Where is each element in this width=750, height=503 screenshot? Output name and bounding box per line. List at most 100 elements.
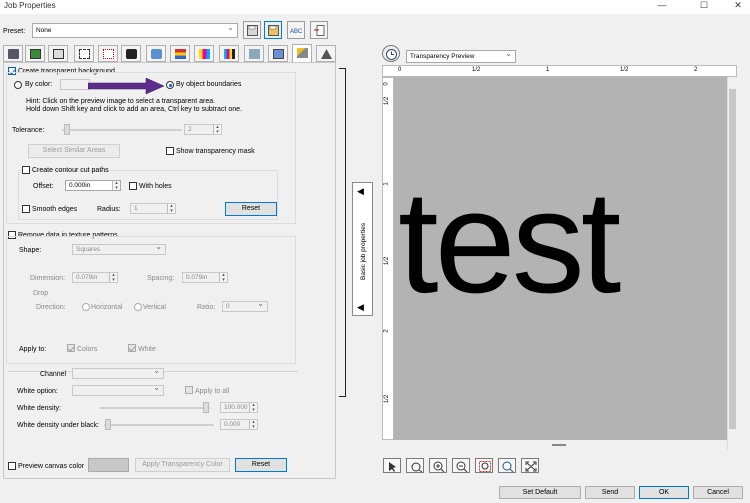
preview-canvas[interactable]: test xyxy=(394,77,727,440)
tolerance-slider-thumb[interactable] xyxy=(64,124,70,135)
white-ink-icon xyxy=(273,49,284,59)
minimize-button[interactable]: — xyxy=(650,0,674,12)
tab-image[interactable] xyxy=(25,45,45,62)
apply-transparency-color-button[interactable]: Apply Transparency Color xyxy=(135,458,230,472)
h-tick-2: 1 xyxy=(546,67,550,73)
by-color-radio[interactable] xyxy=(14,81,22,89)
select-similar-areas-button[interactable]: Select Similar Areas xyxy=(28,144,120,158)
splitter-top-tick xyxy=(339,68,346,69)
tolerance-input[interactable]: 2 ▴ ▾ xyxy=(184,124,222,135)
select-tool-button[interactable] xyxy=(383,458,401,473)
shape-select[interactable]: Squares xyxy=(72,244,166,255)
preset-select[interactable]: None xyxy=(32,23,238,38)
hint-line-2: Hold down Shift key and click to add an … xyxy=(26,106,242,113)
pan-tool-button[interactable] xyxy=(406,458,424,473)
by-object-boundaries-radio[interactable] xyxy=(166,81,174,89)
tab-transparency[interactable] xyxy=(292,44,312,63)
collapse-arrow-down-icon[interactable]: ◀ xyxy=(357,301,364,313)
tab-white[interactable] xyxy=(268,45,288,62)
swatches-icon xyxy=(199,49,210,59)
contour-reset-button[interactable]: Reset xyxy=(225,202,277,216)
smooth-edges-checkbox[interactable] xyxy=(22,205,30,213)
spacing-value: 0.079in xyxy=(186,274,208,281)
show-mask-label: Show transparency mask xyxy=(176,148,255,155)
horizontal-radio[interactable] xyxy=(82,303,90,311)
apply-to-all-checkbox[interactable] xyxy=(185,386,193,394)
apply-colors-checkbox[interactable] xyxy=(67,344,75,352)
color-swatch-field[interactable] xyxy=(60,79,90,90)
offset-spinner[interactable]: ▴ ▾ xyxy=(112,181,120,190)
save-as-preset-button[interactable] xyxy=(264,21,282,39)
white-density-input[interactable]: 100.000 ▴ ▾ xyxy=(220,402,258,413)
tab-cmyk[interactable] xyxy=(219,45,239,62)
show-mask-checkbox[interactable] xyxy=(166,147,174,155)
close-button[interactable]: ✕ xyxy=(726,0,750,12)
white-density-slider-thumb[interactable] xyxy=(203,402,209,413)
splitter-line xyxy=(345,68,346,396)
tab-color[interactable] xyxy=(121,45,141,62)
zoom-in-button[interactable] xyxy=(429,458,447,473)
create-contour-checkbox[interactable] xyxy=(22,166,30,174)
apply-to-all-label: Apply to all xyxy=(195,388,230,395)
spacing-spinner[interactable]: ▴ ▾ xyxy=(219,273,227,282)
with-holes-checkbox[interactable] xyxy=(129,182,137,190)
dimension-spinner[interactable]: ▴ ▾ xyxy=(109,273,117,282)
apply-white-checkbox[interactable] xyxy=(128,344,136,352)
tab-tiling[interactable] xyxy=(74,45,94,62)
tab-cut[interactable] xyxy=(316,45,336,62)
set-default-button[interactable]: Set Default xyxy=(499,486,581,499)
zoom-out-button[interactable] xyxy=(452,458,470,473)
white-density-slider-track[interactable] xyxy=(100,407,210,409)
zoom-fit-button[interactable] xyxy=(498,458,516,473)
tolerance-spinner[interactable]: ▴ ▾ xyxy=(213,125,221,134)
dimension-value: 0.079in xyxy=(76,274,98,281)
dimension-input[interactable]: 0.079in ▴ ▾ xyxy=(72,272,118,283)
vertical-ruler: 0 1/2 1 1/2 2 1/2 xyxy=(382,77,394,440)
horizontal-scrollbar-grip[interactable] xyxy=(552,444,566,446)
full-screen-button[interactable] xyxy=(521,458,539,473)
cancel-button[interactable]: Cancel xyxy=(693,486,743,499)
rename-preset-button[interactable]: ABC xyxy=(287,21,305,39)
ratio-select[interactable]: 0 xyxy=(222,301,268,312)
tab-layout[interactable] xyxy=(48,45,68,62)
cmyk-icon xyxy=(224,49,235,59)
white-option-select[interactable] xyxy=(72,385,164,396)
white-density-black-slider-thumb[interactable] xyxy=(105,419,111,430)
channel-select[interactable] xyxy=(72,368,164,379)
save-preset-button[interactable] xyxy=(243,21,261,39)
spacing-input[interactable]: 0.079in ▴ ▾ xyxy=(182,272,228,283)
zoom-area-button[interactable] xyxy=(475,458,493,473)
send-button[interactable]: Send xyxy=(585,486,635,499)
color-icon xyxy=(126,49,137,59)
tab-printer[interactable] xyxy=(3,45,23,62)
white-density-black-slider-track[interactable] xyxy=(104,424,214,426)
tab-spot-colors[interactable] xyxy=(194,45,214,62)
preview-mode-select[interactable]: Transparency Preview xyxy=(406,50,516,63)
shape-label: Shape: xyxy=(19,247,42,254)
floppy-icon xyxy=(247,25,258,36)
canvas-reset-button[interactable]: Reset xyxy=(235,458,287,472)
vertical-radio[interactable] xyxy=(134,303,142,311)
radius-spinner[interactable]: ▴ ▾ xyxy=(167,204,175,213)
canvas-color-swatch[interactable] xyxy=(88,458,129,472)
ok-button[interactable]: OK xyxy=(639,486,689,499)
v-tick-4: 2 xyxy=(383,329,390,333)
white-density-spinner[interactable]: ▴ ▾ xyxy=(249,403,257,412)
tab-layers[interactable] xyxy=(170,45,190,62)
horizontal-scrollbar[interactable] xyxy=(394,440,727,450)
tolerance-slider-track[interactable] xyxy=(62,129,182,131)
white-density-black-input[interactable]: 0.000 ▴ ▾ xyxy=(220,419,258,430)
preview-clock-button[interactable] xyxy=(382,45,400,62)
offset-input[interactable]: 0.000in ▴ ▾ xyxy=(65,180,121,191)
vertical-scrollbar[interactable] xyxy=(727,77,737,450)
delete-preset-button[interactable] xyxy=(310,21,328,39)
maximize-button[interactable]: ☐ xyxy=(692,0,716,12)
tab-effects[interactable] xyxy=(244,45,264,62)
tab-marks[interactable] xyxy=(98,45,118,62)
tab-dashboard[interactable] xyxy=(146,45,166,62)
white-density-black-spinner[interactable]: ▴ ▾ xyxy=(249,420,257,429)
radius-input[interactable]: 1 ▴ ▾ xyxy=(130,203,176,214)
preview-canvas-checkbox[interactable] xyxy=(8,462,16,470)
vertical-scrollbar-thumb[interactable] xyxy=(729,89,736,429)
collapse-arrow-up-icon[interactable]: ◀ xyxy=(357,185,364,197)
